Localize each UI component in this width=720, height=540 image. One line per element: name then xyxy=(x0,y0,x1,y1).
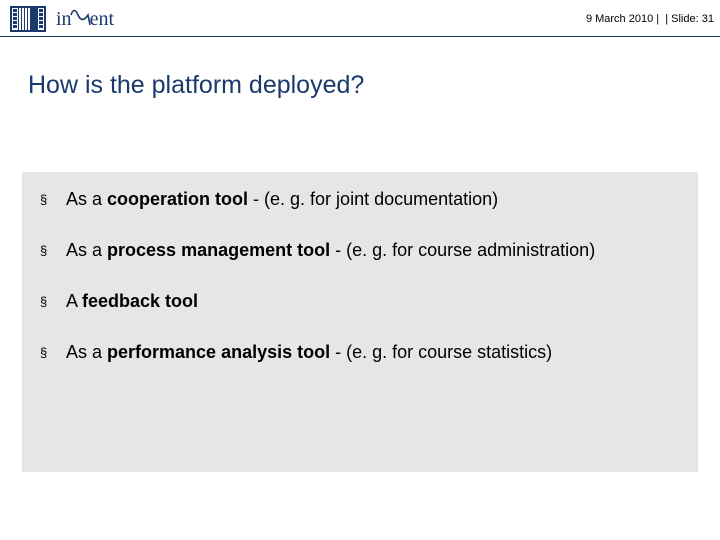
list-item: § A feedback tool xyxy=(40,288,670,315)
content-panel: § As a cooperation tool - (e. g. for joi… xyxy=(22,172,698,472)
wave-icon xyxy=(70,11,92,25)
bullet-text: As a process management tool - (e. g. fo… xyxy=(66,237,670,264)
bullet-icon: § xyxy=(40,288,66,312)
slide-label: Slide: xyxy=(671,13,699,25)
bullet-icon: § xyxy=(40,237,66,261)
slide-meta: 9 March 2010 | | Slide: 31 xyxy=(586,13,714,25)
bullet-icon: § xyxy=(40,186,66,210)
invent-logo-post: ent xyxy=(90,8,114,31)
logo-group: in ent xyxy=(10,6,114,32)
bullet-text: As a cooperation tool - (e. g. for joint… xyxy=(66,186,670,213)
bullet-icon: § xyxy=(40,339,66,363)
slide-date: 9 March 2010 xyxy=(586,13,653,25)
bullet-text: A feedback tool xyxy=(66,288,670,315)
list-item: § As a cooperation tool - (e. g. for joi… xyxy=(40,186,670,213)
list-item: § As a performance analysis tool - (e. g… xyxy=(40,339,670,366)
slide-title: How is the platform deployed? xyxy=(0,37,720,100)
list-item: § As a process management tool - (e. g. … xyxy=(40,237,670,264)
org-logo-icon xyxy=(10,6,46,32)
slide-header: in ent 9 March 2010 | | Slide: 31 xyxy=(0,0,720,37)
bullet-text: As a performance analysis tool - (e. g. … xyxy=(66,339,670,366)
slide-number: 31 xyxy=(702,13,714,25)
invent-logo: in ent xyxy=(56,8,114,31)
